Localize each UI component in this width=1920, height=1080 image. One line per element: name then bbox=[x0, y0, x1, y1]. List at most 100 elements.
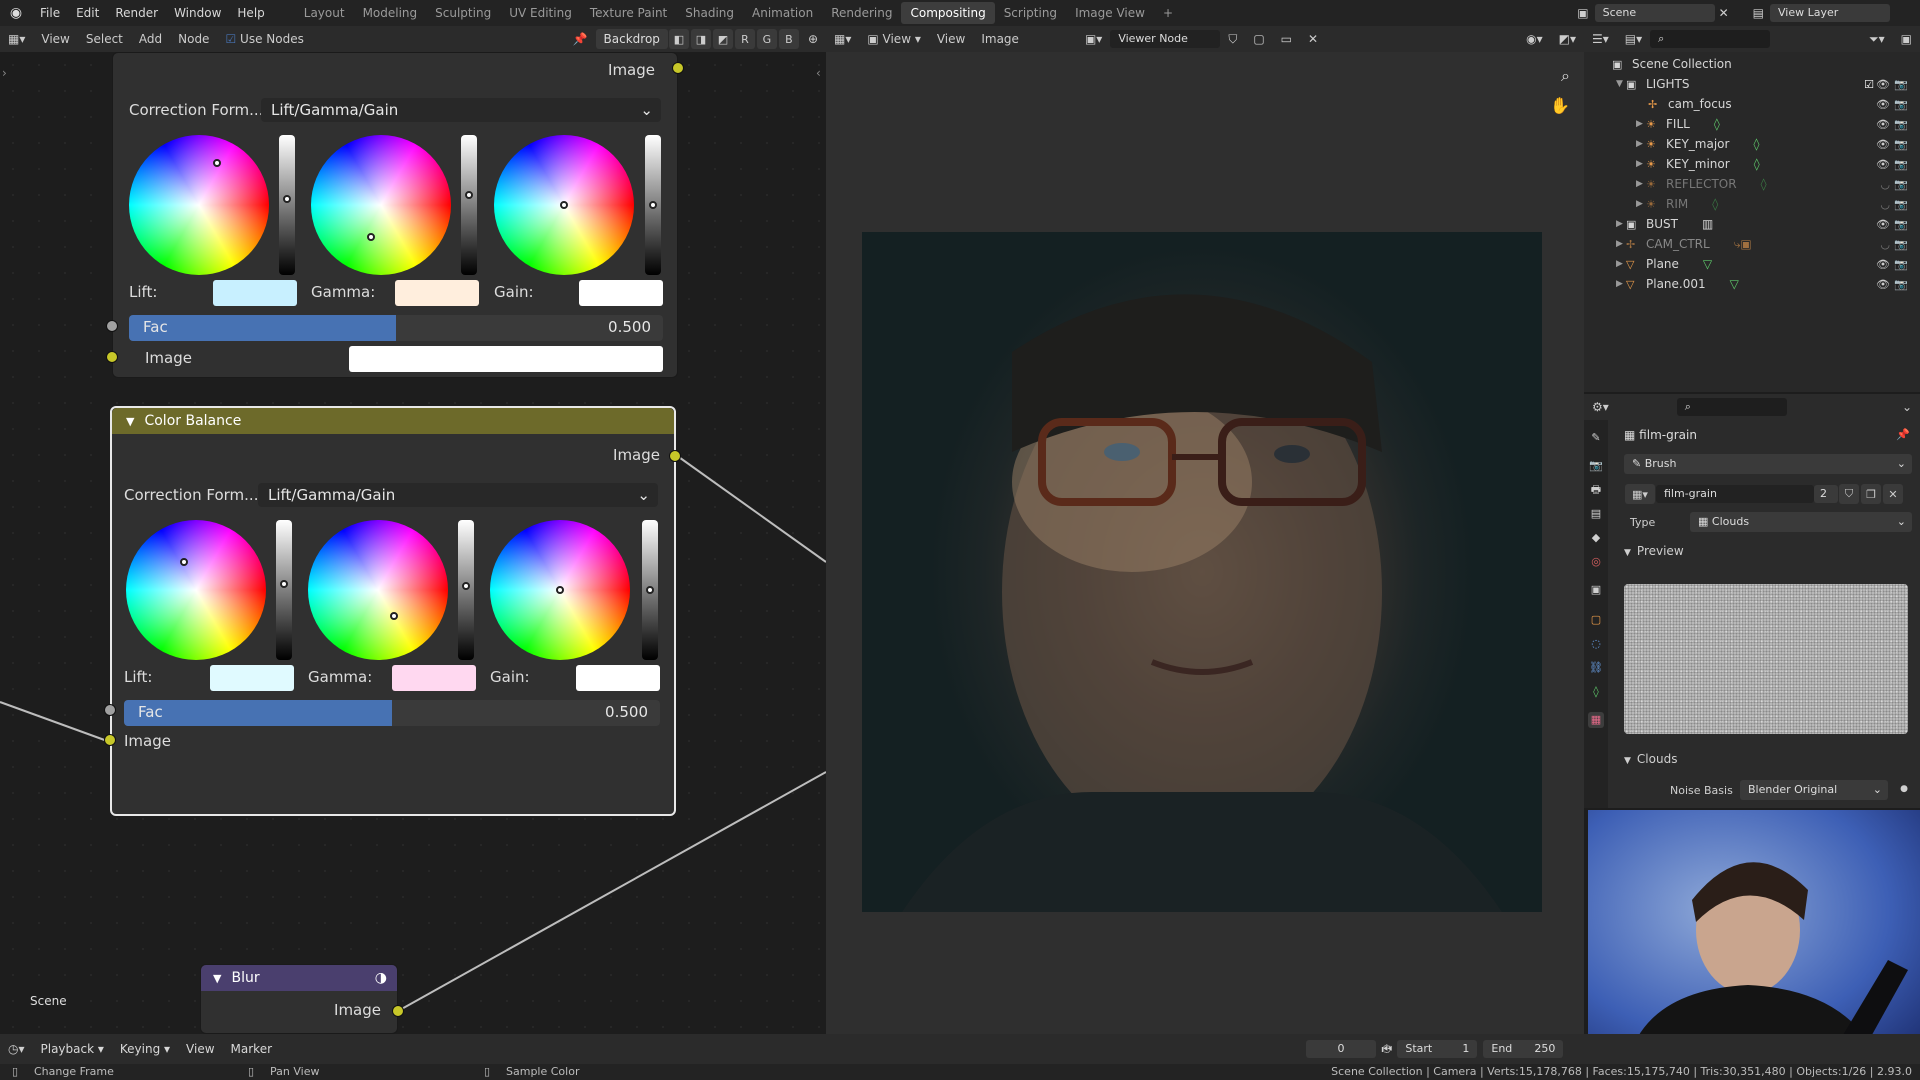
world-tab-icon[interactable]: ◎ bbox=[1588, 554, 1604, 570]
visibility-eye-icon[interactable]: 👁 bbox=[1876, 258, 1890, 271]
menu-window[interactable]: Window bbox=[166, 0, 229, 26]
node2-lift-swatch[interactable] bbox=[210, 665, 294, 691]
expand-arrow-icon[interactable]: ▶ bbox=[1616, 259, 1626, 269]
preview-toggle-icon[interactable]: ◑ bbox=[375, 970, 387, 986]
node2-lift-cursor[interactable] bbox=[180, 558, 188, 566]
render-disabled-icon[interactable]: 📷 bbox=[1894, 178, 1908, 191]
node2-correction-select[interactable]: Lift/Gamma/Gain ⌄ bbox=[258, 483, 658, 507]
menu-image[interactable]: Image bbox=[973, 32, 1027, 46]
blur-node[interactable]: ▼ Blur ◑ Image bbox=[200, 964, 398, 1034]
tab-shading[interactable]: Shading bbox=[676, 2, 743, 24]
open-image-icon[interactable]: ▭ bbox=[1273, 32, 1300, 46]
visibility-eye-icon[interactable]: 👁 bbox=[1876, 78, 1890, 91]
node1-gain-cursor[interactable] bbox=[560, 201, 568, 209]
node2-gain-cursor[interactable] bbox=[556, 586, 564, 594]
editor-type-icon[interactable]: ▦▾ bbox=[0, 32, 33, 46]
menu-keying[interactable]: Keying ▾ bbox=[112, 1036, 178, 1062]
node2-gain-swatch[interactable] bbox=[576, 665, 660, 691]
node1-gamma-cursor[interactable] bbox=[367, 233, 375, 241]
preview-panel-header[interactable]: ▼ Preview bbox=[1624, 544, 1684, 558]
new-image-icon[interactable]: ▢ bbox=[1245, 32, 1272, 46]
node1-correction-select[interactable]: Lift/Gamma/Gain ⌄ bbox=[261, 98, 661, 122]
view-layer-tab-icon[interactable]: ▤ bbox=[1588, 506, 1604, 522]
tab-sculpting[interactable]: Sculpting bbox=[426, 2, 500, 24]
node2-gamma-value-knob[interactable] bbox=[462, 582, 470, 590]
pin-icon[interactable]: 📌 bbox=[1896, 428, 1910, 441]
expand-arrow-icon[interactable]: ▶ bbox=[1636, 179, 1646, 189]
node1-gamma-swatch[interactable] bbox=[395, 280, 479, 306]
channel-g-button[interactable]: G bbox=[756, 29, 777, 49]
expand-arrow-icon[interactable]: ▶ bbox=[1636, 119, 1646, 129]
render-camera-icon[interactable]: 📷 bbox=[1894, 258, 1908, 271]
expand-arrow-icon[interactable]: ▶ bbox=[1616, 239, 1626, 249]
tab-scripting[interactable]: Scripting bbox=[995, 2, 1066, 24]
outliner-row-lights[interactable]: ▼ ▣ LIGHTS ☑ 👁 📷 bbox=[1584, 74, 1920, 94]
editor-type-icon[interactable]: ◷▾ bbox=[0, 1042, 33, 1056]
node2-fac-socket[interactable] bbox=[104, 704, 116, 716]
constraints-tab-icon[interactable]: ⛓ bbox=[1588, 660, 1604, 676]
node1-fac-slider[interactable]: Fac 0.500 bbox=[129, 315, 663, 341]
editor-type-icon[interactable]: ⚙▾ bbox=[1584, 400, 1617, 414]
snap-icon[interactable]: ⊕ bbox=[800, 32, 826, 46]
outliner-search[interactable]: ⌕ bbox=[1650, 30, 1771, 48]
outliner-row-bust[interactable]: ▶ ▣ BUST ▥ 👁 📷 bbox=[1584, 214, 1920, 234]
menu-edit[interactable]: Edit bbox=[68, 0, 107, 26]
blender-logo-icon[interactable]: ◉ bbox=[0, 0, 32, 26]
expand-arrow-icon[interactable]: ▶ bbox=[1616, 279, 1626, 289]
hidden-eye-icon[interactable]: ◡ bbox=[1880, 238, 1890, 251]
view-layer-icon[interactable]: ▤ bbox=[1753, 6, 1764, 20]
node2-gamma-wheel[interactable] bbox=[308, 520, 448, 660]
outliner-row-reflector[interactable]: ▶ ☀ REFLECTOR ◊ ◡ 📷 bbox=[1584, 174, 1920, 194]
scene-icon[interactable]: ▣ bbox=[1577, 6, 1588, 20]
backdrop-alpha-icon[interactable]: ◩ bbox=[712, 29, 733, 49]
display-channels-icon[interactable]: ◩▾ bbox=[1551, 32, 1584, 46]
color-balance-node-1[interactable]: Image Correction Form... Lift/Gamma/Gain… bbox=[112, 52, 678, 378]
node2-gamma-swatch[interactable] bbox=[392, 665, 476, 691]
scene-tab-icon[interactable]: ◆ bbox=[1588, 530, 1604, 546]
outliner-row-cam-focus[interactable]: ✢ cam_focus 👁 📷 bbox=[1584, 94, 1920, 114]
node2-lift-wheel[interactable] bbox=[126, 520, 266, 660]
menu-view[interactable]: View bbox=[33, 32, 77, 46]
display-mode-icon[interactable]: ▤▾ bbox=[1617, 32, 1650, 46]
channel-r-button[interactable]: R bbox=[734, 29, 755, 49]
node1-gain-value-slider[interactable] bbox=[645, 135, 661, 275]
node2-fac-slider[interactable]: Fac 0.500 bbox=[124, 700, 660, 726]
visibility-eye-icon[interactable]: 👁 bbox=[1876, 278, 1890, 291]
outliner-row-plane-001[interactable]: ▶ ▽ Plane.001 ▽ 👁 📷 bbox=[1584, 274, 1920, 294]
fake-user-icon[interactable]: ⛉ bbox=[1839, 484, 1859, 504]
tab-image-view[interactable]: Image View bbox=[1066, 2, 1154, 24]
expand-arrow-icon[interactable]: ▶ bbox=[1636, 159, 1646, 169]
stopwatch-icon[interactable]: ⏱ bbox=[1382, 1042, 1391, 1057]
image-browse-icon[interactable]: ▣▾ bbox=[1077, 32, 1110, 46]
channel-b-button[interactable]: B bbox=[778, 29, 799, 49]
tab-modeling[interactable]: Modeling bbox=[354, 2, 427, 24]
render-camera-icon[interactable]: 📷 bbox=[1894, 278, 1908, 291]
node1-lift-value-slider[interactable] bbox=[279, 135, 295, 275]
object-tab-icon[interactable]: ▢ bbox=[1588, 612, 1604, 628]
node1-fac-socket[interactable] bbox=[106, 320, 118, 332]
zoom-icon[interactable]: ⌕ bbox=[1561, 66, 1570, 86]
noise-basis-select[interactable]: Blender Original ⌄ bbox=[1740, 780, 1888, 800]
node2-gain-value-slider[interactable] bbox=[642, 520, 658, 660]
fake-user-icon[interactable]: ⛉ bbox=[1220, 32, 1245, 47]
visibility-eye-icon[interactable]: 👁 bbox=[1876, 158, 1890, 171]
gizmo-icon[interactable]: ◉▾ bbox=[1518, 32, 1551, 46]
menu-view[interactable]: View bbox=[929, 32, 973, 46]
node1-image-input[interactable] bbox=[349, 346, 663, 372]
editor-type-icon[interactable]: ▦▾ bbox=[826, 32, 859, 46]
outliner-row-key-minor[interactable]: ▶ ☀ KEY_minor ◊ 👁 📷 bbox=[1584, 154, 1920, 174]
collapse-icon[interactable]: ▼ bbox=[213, 972, 221, 985]
outliner-row-key-major[interactable]: ▶ ☀ KEY_major ◊ 👁 📷 bbox=[1584, 134, 1920, 154]
render-disabled-icon[interactable]: 📷 bbox=[1894, 238, 1908, 251]
node2-gain-value-knob[interactable] bbox=[646, 586, 654, 594]
viewer-node-field[interactable]: Viewer Node bbox=[1110, 30, 1221, 48]
node1-gain-value-knob[interactable] bbox=[649, 201, 657, 209]
render-disabled-icon[interactable]: 📷 bbox=[1894, 198, 1908, 211]
users-count[interactable]: 2 bbox=[1814, 485, 1838, 503]
color-balance-node-2[interactable]: ▼ Color Balance Image Correction Form... … bbox=[110, 406, 676, 816]
render-camera-icon[interactable]: 📷 bbox=[1894, 138, 1908, 151]
tab-rendering[interactable]: Rendering bbox=[822, 2, 901, 24]
menu-add[interactable]: Add bbox=[131, 32, 170, 46]
collapse-icon[interactable]: ▼ bbox=[126, 415, 134, 428]
pan-hand-icon[interactable]: ✋ bbox=[1550, 96, 1570, 115]
